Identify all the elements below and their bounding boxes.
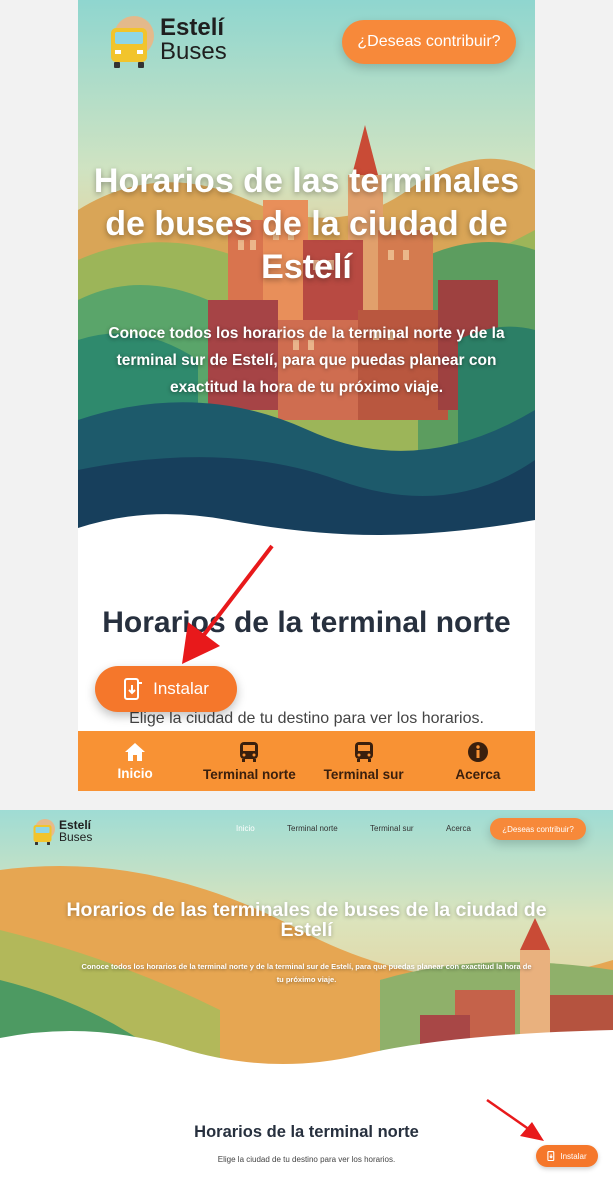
bus-logo-icon [111, 16, 154, 68]
bus-icon [240, 741, 259, 762]
bus-logo-icon [33, 819, 55, 845]
install-button[interactable]: Instalar [95, 666, 237, 712]
hero-section: Estelí Buses ¿Deseas contribuir? Horario… [78, 0, 535, 560]
mobile-view: Estelí Buses ¿Deseas contribuir? Horario… [78, 0, 535, 791]
install-icon [124, 678, 143, 700]
hero-title: Horarios de las terminales de buses de l… [93, 162, 520, 286]
bus-icon [354, 741, 373, 762]
brand-line1: Estelí [160, 14, 225, 41]
info-icon [467, 741, 488, 762]
section-subtitle: Elige la ciudad de tu destino para ver l… [129, 710, 484, 727]
nav-label-inicio: Inicio [117, 765, 153, 781]
hero-subtitle: Conoce todos los horarios de la terminal… [108, 325, 505, 396]
nav-item-terminal-norte[interactable]: Terminal norte [192, 731, 306, 791]
desktop-install-label: Instalar [560, 1151, 587, 1161]
install-icon [547, 1151, 555, 1161]
nav-label-terminal-norte: Terminal norte [202, 766, 296, 782]
nav-label-terminal-sur: Terminal sur [323, 766, 404, 782]
desktop-nav-inicio[interactable]: Inicio [236, 824, 255, 833]
brand-line2: Buses [160, 38, 227, 65]
desktop-hero-subtitle: Conoce todos los horarios de la terminal… [81, 962, 532, 984]
desktop-nav-acerca[interactable]: Acerca [446, 824, 471, 833]
desktop-section-subtitle: Elige la ciudad de tu destino para ver l… [217, 1155, 396, 1164]
desktop-nav-terminal-sur[interactable]: Terminal sur [370, 824, 414, 833]
install-label: Instalar [153, 679, 209, 698]
desktop-brand-logo[interactable]: Estelí Buses [30, 816, 92, 846]
desktop-install-button[interactable]: Instalar [536, 1145, 598, 1167]
nav-item-acerca[interactable]: Acerca [421, 731, 535, 791]
desktop-hero-title: Horarios de las terminales de buses de l… [66, 899, 547, 941]
section-title: Horarios de la terminal norte [102, 606, 511, 639]
annotation-arrow [182, 544, 274, 664]
annotation-arrow [486, 1098, 544, 1141]
brand-logo[interactable]: Estelí Buses [106, 10, 227, 70]
bottom-navigation: Inicio Terminal norte Terminal sur Acerc… [78, 731, 535, 791]
nav-label-acerca: Acerca [455, 766, 501, 782]
nav-item-terminal-sur[interactable]: Terminal sur [307, 731, 421, 791]
home-icon [125, 742, 146, 761]
contribute-button[interactable]: ¿Deseas contribuir? [342, 20, 516, 64]
desktop-brand-line2: Buses [59, 830, 93, 844]
nav-item-inicio[interactable]: Inicio [78, 731, 192, 791]
desktop-hero-section: Estelí Buses Inicio Terminal norte Termi… [0, 810, 613, 1080]
desktop-nav-terminal-norte[interactable]: Terminal norte [287, 824, 338, 833]
desktop-hero-illustration [0, 810, 613, 1080]
desktop-contribute-button[interactable]: ¿Deseas contribuir? [490, 818, 586, 840]
